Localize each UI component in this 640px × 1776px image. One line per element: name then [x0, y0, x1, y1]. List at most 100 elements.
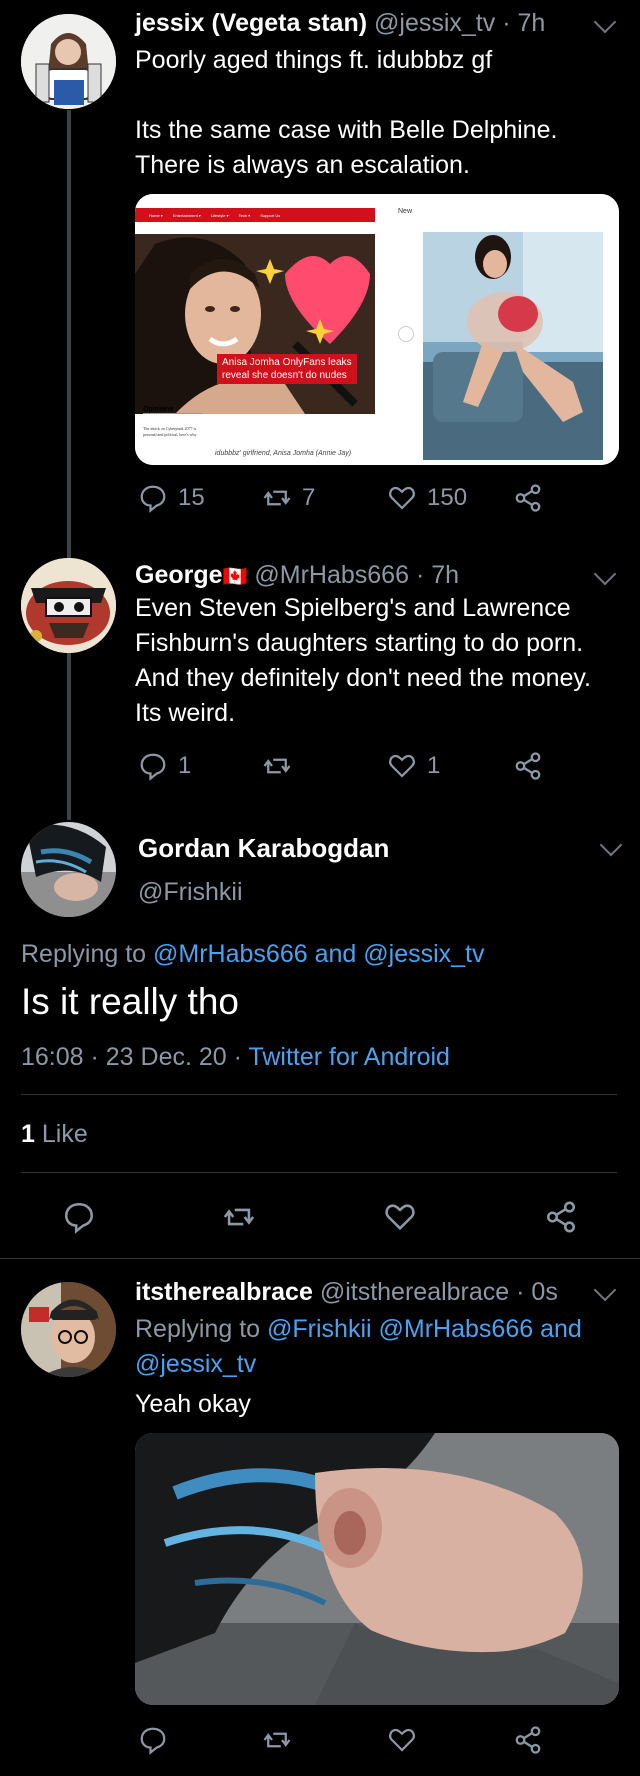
media-right-screenshot[interactable]: New — [378, 194, 619, 465]
tweet1-retweet-action[interactable]: 7 — [262, 483, 315, 513]
caption-line1: Anisa Jomha OnlyFans leaks — [222, 357, 352, 368]
chevron-down-icon[interactable] — [593, 10, 617, 34]
nav-item: Entertainment ▾ — [172, 212, 201, 218]
retweet-icon — [263, 490, 291, 506]
tweet1-name[interactable]: jessix (Vegeta stan) — [135, 9, 367, 37]
tweet1-text-line2: Its the same case with Belle Delphine. — [135, 116, 558, 144]
mention-jessix-tv[interactable]: @jessix_tv — [363, 940, 484, 968]
media-left-opinions: Opinions — [143, 406, 203, 414]
focused-text: Is it really tho — [21, 981, 239, 1022]
reply-header: itstherealbrace @itstherealbrace · 0s — [135, 1278, 558, 1307]
replying-prefix: Replying to — [135, 1315, 261, 1343]
retweet-icon — [223, 1208, 255, 1226]
tweet1-share-action[interactable] — [513, 483, 543, 513]
reply-icon — [64, 1202, 94, 1234]
focused-source[interactable]: Twitter for Android — [248, 1043, 449, 1071]
divider — [21, 1094, 617, 1095]
heart-icon — [385, 1204, 415, 1231]
media-left-navbar: Home ▾ Entertainment ▾ Lifestyle ▾ Tech … — [135, 208, 375, 222]
heart-icon — [389, 486, 415, 510]
media-left-photo — [135, 234, 375, 414]
focused-name[interactable]: Gordan Karabogdan — [138, 833, 389, 864]
focused-reply-button[interactable] — [62, 1200, 96, 1234]
focused-like-button[interactable] — [383, 1200, 417, 1234]
tweet1-text-line1: Poorly aged things ft. idubbbz gf — [135, 46, 493, 74]
tweet2-share-action[interactable] — [513, 751, 543, 781]
tweet2-time: · 7h — [415, 561, 460, 589]
share-icon — [515, 484, 541, 512]
nav-item: Home ▾ — [149, 212, 163, 218]
tweet2-text-line1: Even Steven Spielberg's and Lawrence — [135, 594, 571, 622]
tweet1-reply-count: 15 — [178, 484, 205, 511]
focused-replying-to: Replying to @MrHabs666 and @jessix_tv — [21, 940, 485, 969]
replying-and: and — [314, 940, 357, 968]
retweet-icon — [263, 1732, 291, 1748]
carousel-prev-icon[interactable] — [398, 326, 414, 342]
media-left-screenshot[interactable]: Home ▾ Entertainment ▾ Lifestyle ▾ Tech … — [135, 194, 375, 465]
media-left-credit: idubbbz' girlfriend, Anisa Jomha (Annie … — [215, 450, 352, 457]
chevron-down-icon[interactable] — [593, 1278, 617, 1302]
tweet2-name[interactable]: George — [135, 561, 223, 589]
heart-icon — [389, 754, 415, 778]
tweet2-text-line2: Fishburn's daughters starting to do porn… — [135, 629, 584, 657]
reply-icon — [140, 485, 166, 513]
reply-text: Yeah okay — [135, 1390, 251, 1418]
reply-icon — [140, 753, 166, 781]
reply-replying-to: Replying to @Frishkii @MrHabs666 and @je… — [135, 1312, 615, 1382]
share-icon — [515, 1726, 541, 1754]
tweet1-media[interactable]: Home ▾ Entertainment ▾ Lifestyle ▾ Tech … — [135, 194, 619, 465]
replying-prefix: Replying to — [21, 940, 147, 968]
tweet1-reply-action[interactable]: 15 — [138, 483, 205, 513]
tweet1-text-line3: There is always an escalation. — [135, 151, 470, 179]
tweet1-like-count: 150 — [427, 484, 468, 511]
caption-line2: reveal she doesn't do nudes — [222, 370, 347, 381]
media-right-header: New — [398, 208, 413, 215]
reply-name[interactable]: itstherealbrace — [135, 1278, 313, 1306]
reply-reply-button[interactable] — [138, 1725, 168, 1755]
nav-item: Lifestyle ▾ — [210, 212, 229, 218]
chevron-down-icon[interactable] — [599, 833, 623, 857]
tweet1-header: jessix (Vegeta stan) @jessix_tv · 7h — [135, 9, 545, 38]
mention-jessix-tv[interactable]: @jessix_tv — [135, 1350, 256, 1378]
reply-retweet-button[interactable] — [262, 1725, 292, 1755]
chevron-down-icon[interactable] — [593, 562, 617, 586]
tweet1-like-action[interactable]: 150 — [387, 483, 467, 513]
thread-line — [67, 110, 71, 820]
tweet2-like-action[interactable]: 1 — [387, 751, 440, 781]
tweet2-text: Even Steven Spielberg's and Lawrence Fis… — [135, 591, 591, 731]
media-left-article: The attack on Cyberpunk 2077 is personal… — [143, 426, 197, 437]
avatar-jessix[interactable] — [21, 14, 116, 109]
focused-timestamp-row: 16:08 · 23 Dec. 20 · Twitter for Android — [21, 1043, 450, 1072]
reply-share-button[interactable] — [513, 1725, 543, 1755]
tweet2-reply-action[interactable]: 1 — [138, 751, 191, 781]
tweet1-time: · 7h — [502, 9, 546, 37]
focused-handle[interactable]: @Frishkii — [138, 878, 243, 907]
tweet2-like-count: 1 — [427, 752, 441, 779]
tweet1-handle[interactable]: @jessix_tv — [374, 9, 495, 37]
tweet2-retweet-action[interactable] — [262, 751, 302, 781]
tweet2-text-line4: Its weird. — [135, 699, 236, 727]
focused-share-button[interactable] — [544, 1200, 578, 1234]
focused-likes[interactable]: 1 Like — [21, 1120, 88, 1149]
tweet1-retweet-count: 7 — [302, 484, 316, 511]
avatar-george[interactable] — [21, 558, 116, 653]
retweet-icon — [263, 758, 291, 774]
divider — [0, 1258, 640, 1259]
avatar-gordan[interactable] — [21, 822, 116, 917]
reply-media-image[interactable] — [135, 1433, 619, 1705]
tweet2-header: George🇨🇦 @MrHabs666 · 7h — [135, 561, 459, 590]
reply-icon — [140, 1727, 166, 1755]
reply-time: · 0s — [516, 1278, 558, 1306]
reply-handle[interactable]: @itstherealbrace — [320, 1278, 509, 1306]
mention-frishkii[interactable]: @Frishkii — [267, 1315, 372, 1343]
avatar-itstherealbrace[interactable] — [21, 1282, 116, 1377]
media-left-caption: Anisa Jomha OnlyFans leaks reveal she do… — [217, 354, 357, 384]
replying-and: and — [540, 1315, 582, 1343]
reply-like-button[interactable] — [387, 1725, 417, 1755]
focused-retweet-button[interactable] — [222, 1200, 256, 1234]
mention-mrhabs666[interactable]: @MrHabs666 — [379, 1315, 534, 1343]
mention-mrhabs666[interactable]: @MrHabs666 — [153, 940, 308, 968]
tweet2-handle[interactable]: @MrHabs666 — [254, 561, 409, 589]
nav-item: Tech ▾ — [238, 212, 251, 218]
canada-flag-icon: 🇨🇦 — [222, 566, 248, 588]
